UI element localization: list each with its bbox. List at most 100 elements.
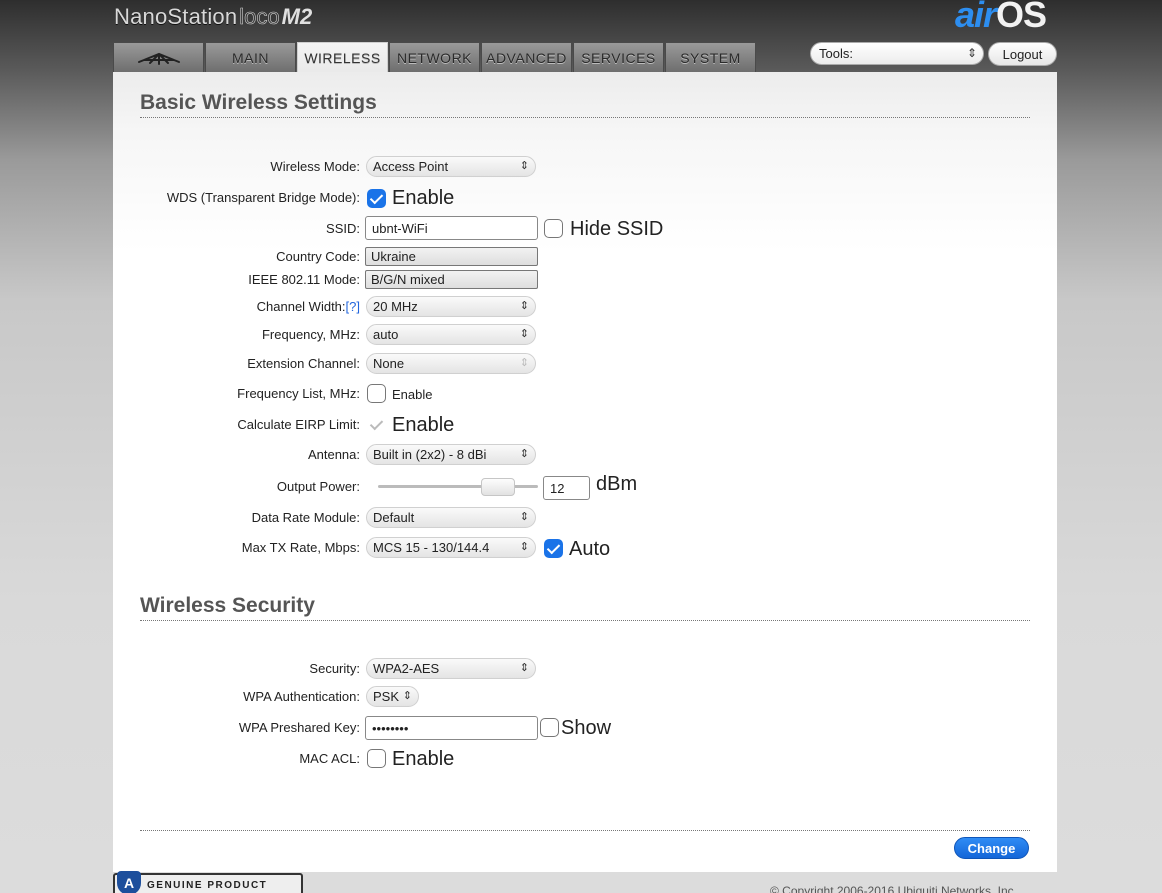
output-power-value: 12 <box>550 480 565 496</box>
wireless-mode-select[interactable]: Access Point ⇕ <box>366 156 536 177</box>
updown-chevron-icon: ⇕ <box>519 511 529 523</box>
tab-system[interactable]: SYSTEM <box>665 42 756 72</box>
updown-chevron-icon: ⇕ <box>519 357 529 369</box>
security-label: Security: <box>309 661 360 676</box>
updown-chevron-icon: ⇕ <box>519 662 529 674</box>
frequency-list-checkbox[interactable] <box>367 384 386 403</box>
logo-air: air <box>954 0 997 35</box>
ubiquiti-logo-icon <box>137 52 180 65</box>
extension-channel-select: None ⇕ <box>366 353 536 374</box>
basic-wireless-title: Basic Wireless Settings <box>140 91 377 114</box>
ieee-mode-value: B/G/N mixed <box>371 272 445 287</box>
tab-services[interactable]: SERVICES <box>573 42 664 72</box>
wds-label: WDS (Transparent Bridge Mode): <box>166 190 360 205</box>
change-button[interactable]: Change <box>954 837 1029 859</box>
ssid-label: SSID: <box>326 221 360 236</box>
tab-ubiquiti-home[interactable] <box>113 42 204 72</box>
updown-chevron-icon: ⇕ <box>519 160 529 172</box>
antenna-value: Built in (2x2) - 8 dBi <box>373 447 487 462</box>
section-divider <box>140 620 1030 621</box>
extension-channel-label: Extension Channel: <box>247 356 360 371</box>
hide-ssid-text: Hide SSID <box>570 218 664 240</box>
frequency-value: auto <box>373 327 399 342</box>
frequency-label: Frequency, MHz: <box>261 327 360 342</box>
output-power-slider-thumb[interactable] <box>481 478 516 496</box>
updown-chevron-icon: ⇕ <box>402 690 412 702</box>
wireless-mode-value: Access Point <box>373 159 449 174</box>
logo-os: OS <box>995 0 1047 35</box>
hide-ssid-checkbox[interactable] <box>544 219 563 238</box>
shield-icon: A <box>117 871 141 893</box>
updown-chevron-icon: ⇕ <box>519 300 529 312</box>
wpa-preshared-key-label: WPA Preshared Key: <box>238 720 360 735</box>
brand-variant: M2 <box>281 4 313 29</box>
auto-rate-text: Auto <box>569 538 611 560</box>
brand-name: NanoStation <box>114 4 238 29</box>
mac-acl-label: MAC ACL: <box>299 751 360 766</box>
copyright-text: © Copyright 2006-2016 Ubiquiti Networks,… <box>770 884 1017 893</box>
genuine-product-badge: A GENUINE PRODUCT <box>113 871 303 893</box>
tools-select[interactable]: Tools: ⇕ <box>810 42 984 65</box>
mac-acl-enable-text: Enable <box>392 748 455 770</box>
updown-chevron-icon: ⇕ <box>519 541 529 553</box>
logout-button[interactable]: Logout <box>988 42 1057 66</box>
max-tx-rate-value: MCS 15 - 130/144.4 <box>373 540 490 555</box>
wpa-authentication-label: WPA Authentication: <box>243 689 360 704</box>
data-rate-module-value: Default <box>373 510 415 525</box>
extension-channel-value: None <box>373 356 405 371</box>
mac-acl-checkbox[interactable] <box>367 749 386 768</box>
security-select[interactable]: WPA2-AES ⇕ <box>366 658 536 679</box>
main-tabs: MAIN WIRELESS NETWORK ADVANCED SERVICES … <box>113 42 756 73</box>
ssid-value: ubnt-WiFi <box>372 220 428 236</box>
max-tx-rate-label: Max TX Rate, Mbps: <box>241 540 360 555</box>
section-divider <box>140 117 1030 118</box>
security-value: WPA2-AES <box>373 661 440 676</box>
channel-width-label-text: Channel Width: <box>256 299 346 314</box>
tab-network[interactable]: NETWORK <box>389 42 480 72</box>
data-rate-module-select[interactable]: Default ⇕ <box>366 507 536 528</box>
updown-chevron-icon: ⇕ <box>966 46 977 60</box>
device-brand: NanoStation loco M2 <box>114 4 312 34</box>
eirp-limit-label: Calculate EIRP Limit: <box>237 417 360 432</box>
tab-advanced[interactable]: ADVANCED <box>481 42 572 72</box>
wpa-authentication-select[interactable]: PSK ⇕ <box>366 686 419 707</box>
ssid-input[interactable]: ubnt-WiFi <box>365 216 538 240</box>
settings-panel: Basic Wireless Settings Wireless Mode: A… <box>113 72 1057 872</box>
channel-width-help-link[interactable]: [?] <box>346 299 360 314</box>
antenna-label: Antenna: <box>307 447 360 462</box>
output-power-input[interactable]: 12 <box>543 476 590 500</box>
data-rate-module-label: Data Rate Module: <box>251 510 360 525</box>
wpa-preshared-key-input[interactable]: •••••••• <box>365 716 538 740</box>
brand-model: loco <box>239 4 280 30</box>
genuine-product-text: GENUINE PRODUCT <box>147 879 268 891</box>
eirp-limit-checkbox <box>367 415 386 434</box>
channel-width-label: Channel Width:[?] <box>257 299 360 314</box>
bottom-divider <box>140 830 1030 831</box>
antenna-select[interactable]: Built in (2x2) - 8 dBi ⇕ <box>366 444 536 465</box>
wds-enable-text: Enable <box>392 187 455 209</box>
show-key-checkbox[interactable] <box>540 718 559 737</box>
auto-rate-checkbox[interactable] <box>544 539 563 558</box>
channel-width-value: 20 MHz <box>373 299 418 314</box>
wds-checkbox[interactable] <box>367 189 386 208</box>
ieee-mode-label: IEEE 802.11 Mode: <box>248 272 360 287</box>
max-tx-rate-select[interactable]: MCS 15 - 130/144.4 ⇕ <box>366 537 536 558</box>
eirp-enable-text: Enable <box>392 414 455 436</box>
airos-logo: airOS <box>954 0 1047 36</box>
frequency-list-enable-text: Enable <box>392 387 433 402</box>
wireless-mode-label: Wireless Mode: <box>270 159 360 174</box>
frequency-select[interactable]: auto ⇕ <box>366 324 536 345</box>
country-code-field: Ukraine <box>365 247 538 266</box>
tab-main[interactable]: MAIN <box>205 42 296 72</box>
output-power-label: Output Power: <box>276 479 360 494</box>
channel-width-select[interactable]: 20 MHz ⇕ <box>366 296 536 317</box>
tab-wireless[interactable]: WIRELESS <box>297 42 388 73</box>
ieee-mode-field: B/G/N mixed <box>365 270 538 289</box>
country-code-label: Country Code: <box>276 249 360 264</box>
tools-select-value: Tools: <box>819 46 853 61</box>
updown-chevron-icon: ⇕ <box>519 328 529 340</box>
show-key-text: Show <box>561 717 612 739</box>
frequency-list-label: Frequency List, MHz: <box>237 386 360 401</box>
wpa-preshared-key-value: •••••••• <box>372 720 409 736</box>
wpa-authentication-value: PSK <box>373 689 400 704</box>
